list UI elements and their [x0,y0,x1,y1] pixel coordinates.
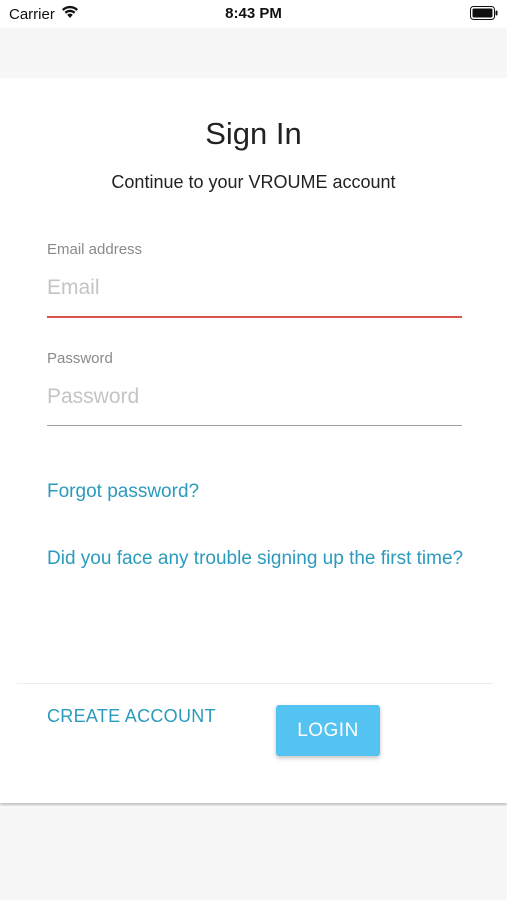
email-label: Email address [47,241,143,258]
login-button[interactable]: LOGIN [276,705,380,756]
battery-icon [470,6,498,20]
actions-divider [17,683,493,684]
password-underline [47,425,462,426]
signup-trouble-link[interactable]: Did you face any trouble signing up the … [47,544,467,573]
status-time: 8:43 PM [225,5,282,22]
password-field[interactable] [47,379,462,415]
sign-in-card: Sign In Continue to your VROUME account … [0,78,507,803]
sign-in-screen: Carrier 8:43 PM Sign In Continue to your… [0,0,507,900]
password-label: Password [47,350,113,367]
email-field[interactable] [47,270,462,306]
top-band [0,28,507,78]
forgot-password-link[interactable]: Forgot password? [47,477,467,506]
create-account-button[interactable]: CREATE ACCOUNT [47,706,216,727]
status-bar: Carrier 8:43 PM [0,0,507,28]
bottom-band [0,806,507,900]
page-subtitle: Continue to your VROUME account [111,172,396,192]
page-title: Sign In [205,116,302,151]
email-underline [47,316,462,318]
